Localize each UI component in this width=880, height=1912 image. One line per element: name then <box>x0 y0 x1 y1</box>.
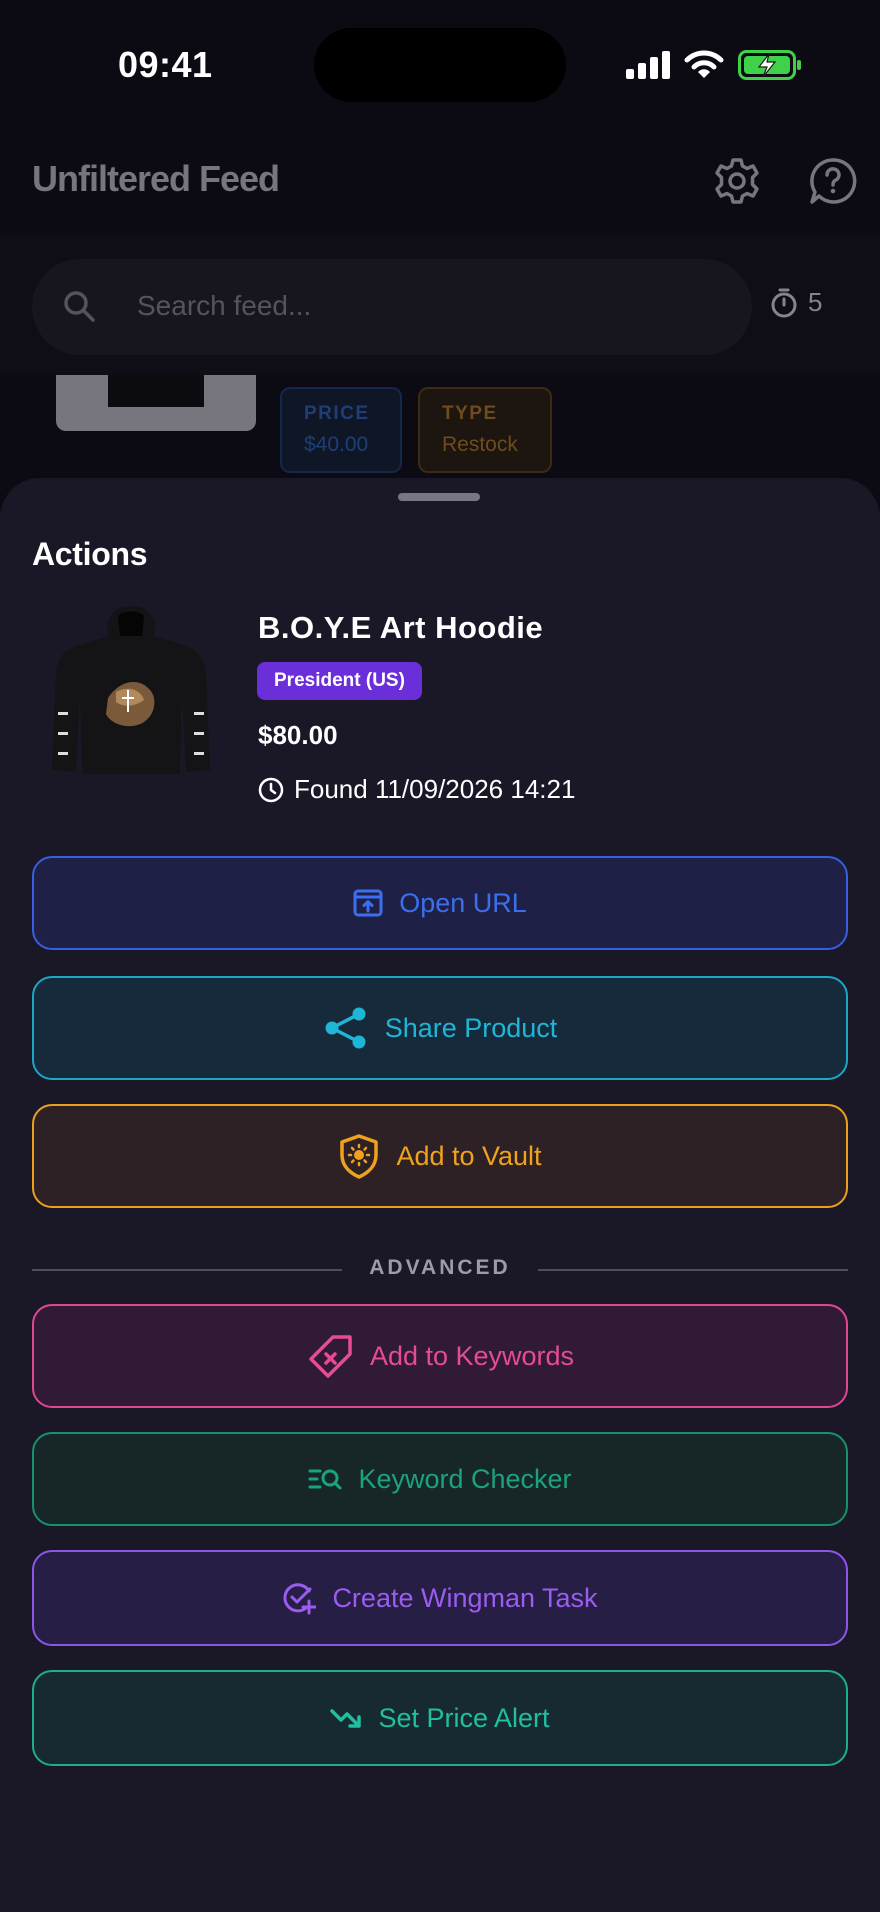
product-image <box>52 606 210 774</box>
open-url-label: Open URL <box>399 887 527 918</box>
feed-price-tag: PRICE $40.00 <box>280 387 402 473</box>
region-badge: President (US) <box>257 662 422 700</box>
feed-type-value: Restock <box>442 433 518 456</box>
feed-type-tag: TYPE Restock <box>418 387 552 473</box>
feed-price-value: $40.00 <box>304 433 369 456</box>
search-placeholder: Search feed... <box>137 290 312 321</box>
share-icon <box>325 1007 366 1049</box>
search-bar-row: Search feed... 5 <box>0 235 880 375</box>
feed-product-thumbnail[interactable] <box>56 375 256 431</box>
app-title: Unfiltered Feed <box>32 158 280 199</box>
keyword-search-icon <box>308 1469 342 1490</box>
stopwatch-icon <box>771 288 797 317</box>
status-icons <box>626 48 802 82</box>
sheet-grabber[interactable] <box>398 493 480 501</box>
product-price: $80.00 <box>258 720 338 750</box>
share-product-button[interactable]: Share Product <box>32 976 848 1080</box>
wifi-icon <box>684 50 724 78</box>
add-to-keywords-label: Add to Keywords <box>369 1340 575 1371</box>
sheet-title: Actions <box>32 536 148 572</box>
status-time: 09:41 <box>118 44 213 85</box>
found-timestamp: Found 11/09/2026 14:21 <box>258 774 575 805</box>
timer-count: 5 <box>808 287 823 317</box>
settings-gear-icon[interactable] <box>712 156 762 206</box>
dynamic-island <box>314 28 566 102</box>
status-bar: 09:41 <box>0 0 880 120</box>
search-input[interactable]: Search feed... <box>32 259 752 355</box>
advanced-divider: ADVANCED <box>32 1250 848 1290</box>
tag-icon <box>309 1335 352 1378</box>
set-price-alert-button[interactable]: Set Price Alert <box>32 1670 848 1766</box>
add-to-vault-label: Add to Vault <box>396 1140 542 1171</box>
timer-indicator[interactable]: 5 <box>770 287 822 318</box>
keyword-checker-button[interactable]: Keyword Checker <box>32 1432 848 1526</box>
trend-down-icon <box>330 1709 362 1728</box>
feed-type-label: TYPE <box>442 403 498 424</box>
actions-sheet: Actions B.O.Y.E Art Hoodie President (US… <box>0 478 880 1912</box>
found-text: Found 11/09/2026 14:21 <box>294 774 576 804</box>
vault-shield-icon <box>340 1134 379 1179</box>
help-chat-icon[interactable] <box>808 156 858 206</box>
signal-icon <box>626 51 670 79</box>
open-url-icon <box>353 889 383 917</box>
add-to-vault-button[interactable]: Add to Vault <box>32 1104 848 1208</box>
add-to-keywords-button[interactable]: Add to Keywords <box>32 1304 848 1408</box>
share-product-label: Share Product <box>384 1012 558 1043</box>
create-wingman-task-label: Create Wingman Task <box>332 1582 598 1613</box>
search-icon <box>64 291 95 322</box>
app-header: Unfiltered Feed <box>0 120 880 235</box>
set-price-alert-label: Set Price Alert <box>378 1702 550 1733</box>
task-add-icon <box>283 1583 317 1615</box>
keyword-checker-label: Keyword Checker <box>358 1463 572 1494</box>
feed-price-label: PRICE <box>304 403 370 424</box>
advanced-label: ADVANCED <box>369 1256 511 1279</box>
screen: 09:41 Unfiltered Feed Search feed... 5 P… <box>0 0 880 1912</box>
open-url-button[interactable]: Open URL <box>32 856 848 950</box>
product-name: B.O.Y.E Art Hoodie <box>258 610 544 645</box>
clock-icon <box>258 777 284 802</box>
battery-charging-icon <box>738 50 801 80</box>
create-wingman-task-button[interactable]: Create Wingman Task <box>32 1550 848 1646</box>
